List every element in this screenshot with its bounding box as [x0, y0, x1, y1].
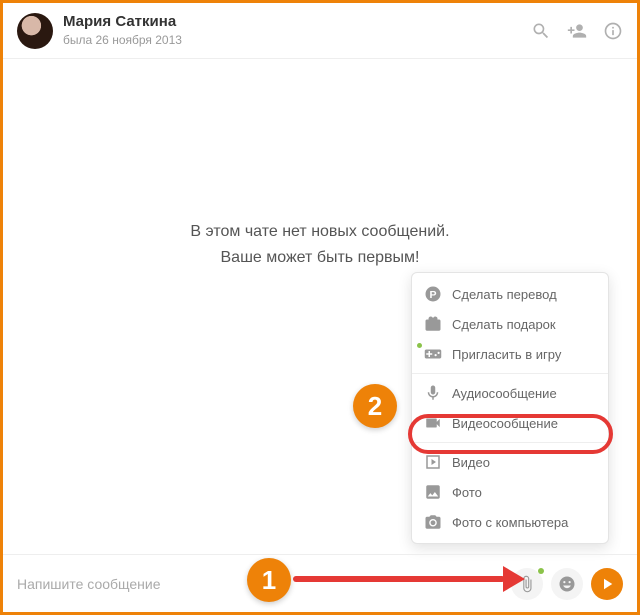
- menu-audio-message[interactable]: Аудиосообщение: [412, 378, 608, 408]
- header-actions: [531, 21, 623, 41]
- info-icon[interactable]: [603, 21, 623, 41]
- menu-label: Сделать перевод: [452, 287, 557, 302]
- menu-label: Фото с компьютера: [452, 515, 568, 530]
- attachment-menu: P Сделать перевод Сделать подарок Пригла…: [411, 272, 609, 544]
- send-icon: [598, 575, 616, 593]
- menu-gift[interactable]: Сделать подарок: [412, 309, 608, 339]
- menu-video[interactable]: Видео: [412, 447, 608, 477]
- emoji-button[interactable]: [551, 568, 583, 600]
- avatar[interactable]: [17, 13, 53, 49]
- menu-invite-game[interactable]: Пригласить в игру: [412, 339, 608, 369]
- menu-label: Пригласить в игру: [452, 347, 561, 362]
- menu-label: Аудиосообщение: [452, 386, 557, 401]
- chat-header: Мария Саткина была 26 ноября 2013: [3, 3, 637, 59]
- chat-window: Мария Саткина была 26 ноября 2013 В этом…: [0, 0, 640, 615]
- menu-label: Видео: [452, 455, 490, 470]
- paperclip-icon: [518, 575, 536, 593]
- svg-text:P: P: [429, 289, 436, 301]
- menu-separator: [412, 373, 608, 374]
- user-name[interactable]: Мария Саткина: [63, 13, 182, 31]
- menu-photo[interactable]: Фото: [412, 477, 608, 507]
- image-icon: [424, 483, 442, 501]
- menu-separator: [412, 442, 608, 443]
- user-status: была 26 ноября 2013: [63, 33, 182, 47]
- annotation-step-1: 1: [247, 558, 291, 602]
- gift-icon: [424, 315, 442, 333]
- menu-upload-photo[interactable]: Фото с компьютера: [412, 507, 608, 537]
- menu-label: Сделать подарок: [452, 317, 556, 332]
- user-block: Мария Саткина была 26 ноября 2013: [63, 13, 182, 47]
- attach-button[interactable]: [511, 568, 543, 600]
- mic-icon: [424, 384, 442, 402]
- ruble-icon: P: [424, 285, 442, 303]
- annotation-step-2: 2: [353, 384, 397, 428]
- camera-icon: [424, 513, 442, 531]
- input-actions: [511, 568, 623, 600]
- search-icon[interactable]: [531, 21, 551, 41]
- empty-state: В этом чате нет новых сообщений. Ваше мо…: [3, 219, 637, 270]
- empty-line2: Ваше может быть первым!: [3, 245, 637, 271]
- play-icon: [424, 453, 442, 471]
- new-indicator-dot: [538, 568, 544, 574]
- add-friend-icon[interactable]: [567, 21, 587, 41]
- new-indicator-dot: [417, 343, 422, 348]
- gamepad-icon: [424, 345, 442, 363]
- menu-transfer[interactable]: P Сделать перевод: [412, 279, 608, 309]
- chat-body: В этом чате нет новых сообщений. Ваше мо…: [3, 59, 637, 554]
- menu-video-message[interactable]: Видеосообщение: [412, 408, 608, 438]
- menu-label: Видеосообщение: [452, 416, 558, 431]
- videocam-icon: [424, 414, 442, 432]
- empty-line1: В этом чате нет новых сообщений.: [3, 219, 637, 245]
- emoji-icon: [558, 575, 576, 593]
- menu-label: Фото: [452, 485, 482, 500]
- message-input-bar: [3, 554, 637, 612]
- send-button[interactable]: [591, 568, 623, 600]
